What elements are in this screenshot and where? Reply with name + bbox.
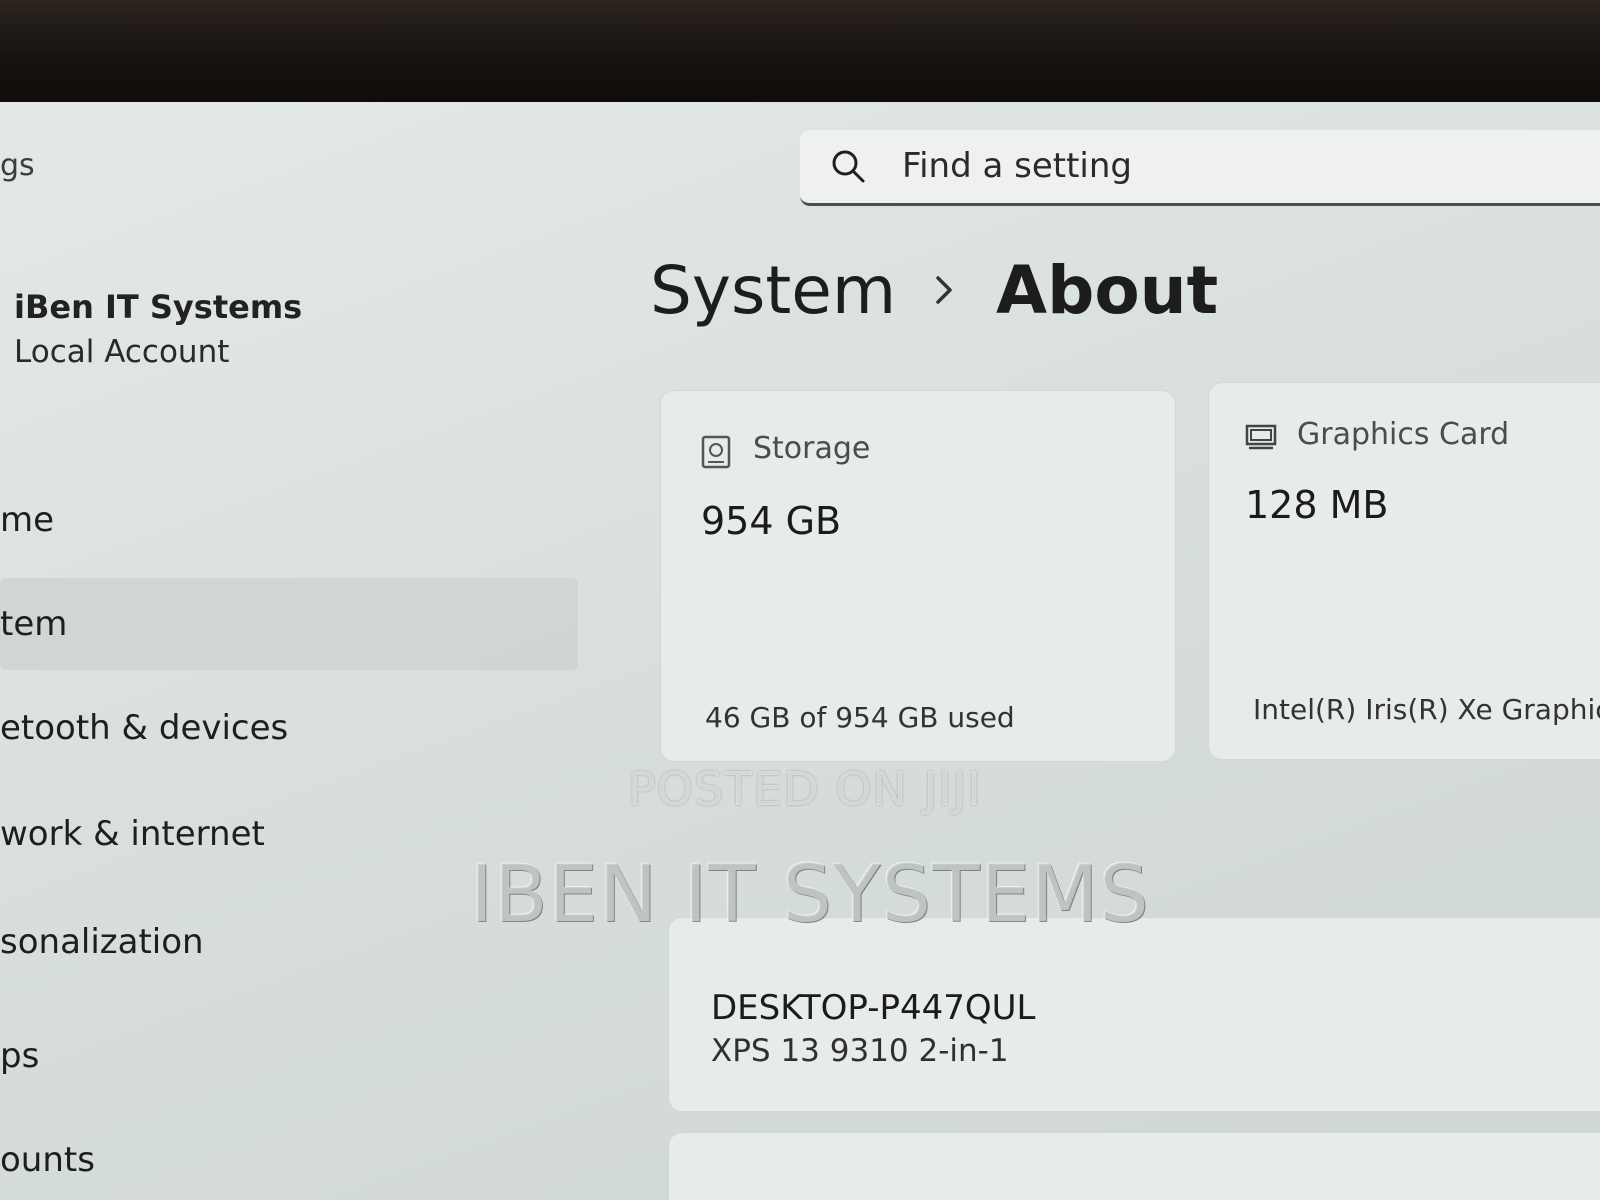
sidebar-item-bluetooth-devices[interactable]: etooth & devices	[0, 682, 288, 774]
page-title: About	[996, 252, 1219, 329]
chevron-right-icon	[936, 276, 952, 304]
account-name: iBen IT Systems	[14, 288, 303, 326]
storage-value: 954 GB	[701, 499, 842, 543]
app-title: gs	[0, 148, 35, 183]
search-input[interactable]	[900, 140, 1584, 192]
settings-window: gs iBen IT Systems Local Account me tem …	[0, 102, 1600, 1200]
graphics-card-value: 128 MB	[1245, 483, 1389, 527]
storage-card[interactable]: Storage 954 GB 46 GB of 954 GB used	[660, 390, 1176, 762]
device-specifications-card[interactable]	[668, 1132, 1600, 1200]
graphics-card-icon	[1245, 424, 1277, 450]
device-card[interactable]: DESKTOP-P447QUL XPS 13 9310 2-in-1	[668, 917, 1600, 1112]
device-model: XPS 13 9310 2-in-1	[711, 1033, 1009, 1069]
sidebar-item-network-internet[interactable]: work & internet	[0, 788, 265, 880]
graphics-card-card[interactable]: Graphics Card 128 MB Intel(R) Iris(R) Xe…	[1208, 382, 1600, 760]
breadcrumb-parent[interactable]: System	[650, 252, 896, 329]
search-box[interactable]	[800, 130, 1600, 206]
storage-icon	[701, 435, 731, 469]
sidebar-item-system[interactable]: tem	[0, 578, 578, 670]
sidebar-item-accounts[interactable]: ounts	[0, 1114, 95, 1200]
sidebar: gs iBen IT Systems Local Account me tem …	[0, 102, 600, 1200]
watermark-posted: POSTED ON JIJI	[628, 762, 982, 816]
sidebar-item-home[interactable]: me	[0, 474, 54, 566]
sidebar-item-apps[interactable]: ps	[0, 1010, 39, 1102]
search-icon	[832, 150, 865, 183]
sidebar-item-personalization[interactable]: sonalization	[0, 896, 204, 988]
device-name: DESKTOP-P447QUL	[711, 988, 1036, 1028]
account-type: Local Account	[14, 334, 230, 370]
storage-usage: 46 GB of 954 GB used	[705, 701, 1015, 734]
storage-label: Storage	[753, 431, 871, 466]
graphics-card-label: Graphics Card	[1297, 417, 1510, 452]
graphics-card-model: Intel(R) Iris(R) Xe Graphics	[1253, 693, 1600, 726]
